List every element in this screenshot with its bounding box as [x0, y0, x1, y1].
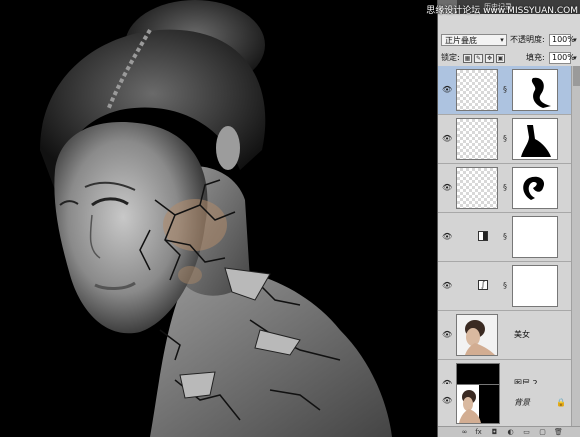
- layer-mask-thumbnail[interactable]: [512, 216, 558, 258]
- new-layer-icon[interactable]: ▢: [538, 428, 547, 436]
- link-icon[interactable]: §: [503, 85, 509, 95]
- layers-panel: ... 历史记录 正片叠底 ▾ 不透明度: 100% ▾ 锁定: ▦ ✎ ✥ ▣…: [437, 0, 580, 437]
- layer-thumbnail: [456, 69, 498, 111]
- eye-icon[interactable]: 👁: [442, 330, 452, 340]
- levels-adjustment-icon: [478, 231, 488, 241]
- layer-thumbnail: [456, 167, 498, 209]
- link-icon[interactable]: §: [503, 232, 509, 242]
- eye-icon[interactable]: 👁: [442, 183, 452, 193]
- layer-thumbnail: [456, 314, 498, 356]
- layer-row[interactable]: 👁 §: [438, 115, 571, 164]
- lock-pixels-icon[interactable]: ✎: [474, 54, 483, 63]
- eye-icon[interactable]: 👁: [442, 396, 452, 406]
- opacity-input[interactable]: 100%: [549, 34, 575, 46]
- eye-icon[interactable]: 👁: [442, 85, 452, 95]
- layers-scrollbar[interactable]: [571, 66, 580, 426]
- layer-name[interactable]: 背景: [514, 398, 530, 408]
- layer-name[interactable]: 美女: [514, 330, 530, 340]
- link-icon[interactable]: §: [503, 183, 509, 193]
- mask-shape: [523, 176, 545, 200]
- layer-row[interactable]: 👁 美女: [438, 311, 571, 360]
- fill-label: 填充:: [526, 53, 545, 62]
- cracked-portrait-image: [40, 0, 392, 437]
- eye-icon[interactable]: 👁: [442, 232, 452, 242]
- curves-adjustment-icon: ∫: [478, 280, 488, 290]
- lock-position-icon[interactable]: ✥: [485, 54, 494, 63]
- lock-row: 锁定: ▦ ✎ ✥ ▣ 填充: 100% ▾: [438, 50, 580, 66]
- layer-mask-thumbnail[interactable]: [512, 167, 558, 209]
- link-layers-icon[interactable]: ∞: [460, 428, 469, 436]
- scrollbar-thumb[interactable]: [573, 66, 580, 86]
- add-mask-icon[interactable]: ◘: [490, 428, 499, 436]
- document-canvas[interactable]: [0, 0, 437, 437]
- background-thumbnail-shape: [459, 385, 499, 423]
- trash-icon[interactable]: 🗑: [554, 428, 563, 436]
- adjustment-layer-icon[interactable]: ◐: [506, 428, 515, 436]
- blend-row: 正片叠底 ▾ 不透明度: 100% ▾: [438, 32, 580, 48]
- mask-shape: [521, 125, 551, 157]
- link-icon[interactable]: §: [503, 134, 509, 144]
- lock-label: 锁定:: [441, 53, 460, 62]
- lock-icon: 🔒: [556, 398, 566, 407]
- opacity-dropdown-icon[interactable]: ▾: [571, 34, 579, 46]
- layer-list: 👁 § 👁 § 👁 § 👁 § 👁 ∫ § 👁 美女: [438, 66, 571, 426]
- layer-thumbnail: [456, 384, 500, 424]
- fx-icon[interactable]: fx: [474, 428, 483, 436]
- layer-thumbnail: [456, 118, 498, 160]
- watermark-text: 思缘设计论坛 www.MISSYUAN.COM: [426, 6, 578, 16]
- layer-row[interactable]: 👁 §: [438, 164, 571, 213]
- layer-mask-thumbnail[interactable]: [512, 69, 558, 111]
- layer-row[interactable]: 👁 §: [438, 213, 571, 262]
- layers-bottom-toolbar: ∞ fx ◘ ◐ ▭ ▢ 🗑: [438, 426, 580, 437]
- portrait-thumbnail-shape: [465, 320, 495, 355]
- group-folder-icon[interactable]: ▭: [522, 428, 531, 436]
- layer-row[interactable]: 👁 ∫ §: [438, 262, 571, 311]
- layer-row[interactable]: 👁 §: [438, 66, 571, 115]
- opacity-label: 不透明度:: [510, 35, 545, 44]
- layer-mask-thumbnail[interactable]: [512, 265, 558, 307]
- eye-icon[interactable]: 👁: [442, 281, 452, 291]
- background-layer-row[interactable]: 👁 背景 🔒: [438, 384, 571, 426]
- fill-dropdown-icon[interactable]: ▾: [571, 52, 579, 64]
- layer-mask-thumbnail[interactable]: [512, 118, 558, 160]
- link-icon[interactable]: §: [503, 281, 509, 291]
- chevron-down-icon: ▾: [500, 36, 504, 44]
- lock-icon[interactable]: ▣: [496, 54, 505, 63]
- lock-transparency-icon[interactable]: ▦: [463, 54, 472, 63]
- mask-shape: [531, 77, 551, 108]
- eye-icon[interactable]: 👁: [442, 134, 452, 144]
- fill-input[interactable]: 100%: [549, 52, 575, 64]
